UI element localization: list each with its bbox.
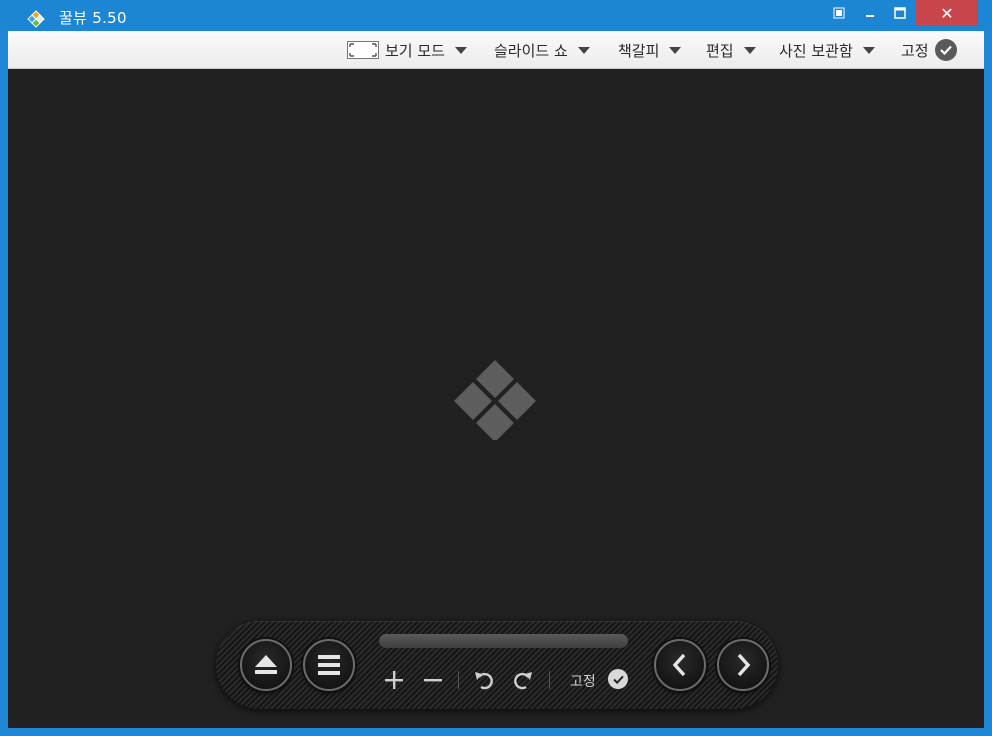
- chevron-down-icon: [743, 46, 756, 54]
- open-file-button[interactable]: [240, 639, 292, 691]
- menu-bookmarks[interactable]: 책갈피: [618, 31, 682, 69]
- chevron-left-icon: [672, 653, 686, 677]
- menu-edit[interactable]: 편집: [706, 31, 756, 69]
- control-bar: 고정: [216, 621, 778, 709]
- maximize-button[interactable]: [885, 0, 915, 26]
- plus-icon: [385, 671, 403, 689]
- menu-photo-archive[interactable]: 사진 보관함: [779, 31, 875, 69]
- minimize-button[interactable]: [855, 0, 885, 26]
- title-bar: 꿀뷰 5.50 ✕: [0, 0, 992, 31]
- rotate-left-icon: [475, 672, 493, 690]
- previous-image-button[interactable]: [654, 639, 706, 691]
- minimize-icon: [866, 15, 874, 17]
- menu-bar: 보기 모드 슬라이드 쇼 책갈피 편집 사진 보관함 고정: [8, 31, 984, 69]
- close-icon: ✕: [940, 3, 954, 23]
- menu-bookmarks-label: 책갈피: [618, 41, 660, 60]
- check-icon: [934, 39, 957, 61]
- menu-list-button[interactable]: [303, 639, 355, 691]
- menu-slideshow[interactable]: 슬라이드 쇼: [494, 31, 590, 69]
- chevron-down-icon: [669, 46, 682, 54]
- menu-photo-archive-label: 사진 보관함: [779, 41, 853, 60]
- pin-check-icon[interactable]: [608, 669, 628, 689]
- divider: [549, 671, 550, 689]
- chevron-down-icon: [862, 46, 875, 54]
- eject-icon: [255, 655, 277, 674]
- rotate-right-icon: [514, 672, 532, 690]
- menu-slideshow-label: 슬라이드 쇼: [494, 41, 568, 60]
- chevron-right-icon: [737, 653, 751, 677]
- next-image-button[interactable]: [717, 639, 769, 691]
- close-button[interactable]: ✕: [916, 0, 978, 26]
- menu-view-mode[interactable]: 보기 모드: [347, 31, 467, 69]
- zoom-in-button[interactable]: [381, 667, 407, 693]
- fullscreen-icon: [347, 41, 379, 59]
- maximize-icon: [894, 7, 906, 19]
- menu-view-mode-label: 보기 모드: [385, 41, 445, 60]
- chevron-down-icon: [454, 46, 467, 54]
- capture-icon: [833, 7, 845, 19]
- hamburger-icon: [318, 655, 340, 675]
- window-title: 꿀뷰 5.50: [59, 9, 127, 27]
- image-viewer-area[interactable]: 고정: [8, 69, 984, 728]
- rotate-left-button[interactable]: [471, 667, 497, 693]
- menu-pin-label: 고정: [901, 41, 929, 60]
- navigation-slider[interactable]: [379, 634, 628, 648]
- divider: [458, 671, 459, 689]
- menu-edit-label: 편집: [706, 41, 734, 60]
- minus-icon: [424, 679, 442, 682]
- chevron-down-icon: [577, 46, 590, 54]
- capture-button[interactable]: [824, 0, 854, 26]
- zoom-out-button[interactable]: [420, 667, 446, 693]
- pin-label: 고정: [570, 674, 596, 690]
- placeholder-logo-icon: [454, 360, 536, 440]
- app-logo-icon: [27, 10, 45, 28]
- menu-pin[interactable]: 고정: [901, 31, 957, 69]
- rotate-right-button[interactable]: [510, 667, 536, 693]
